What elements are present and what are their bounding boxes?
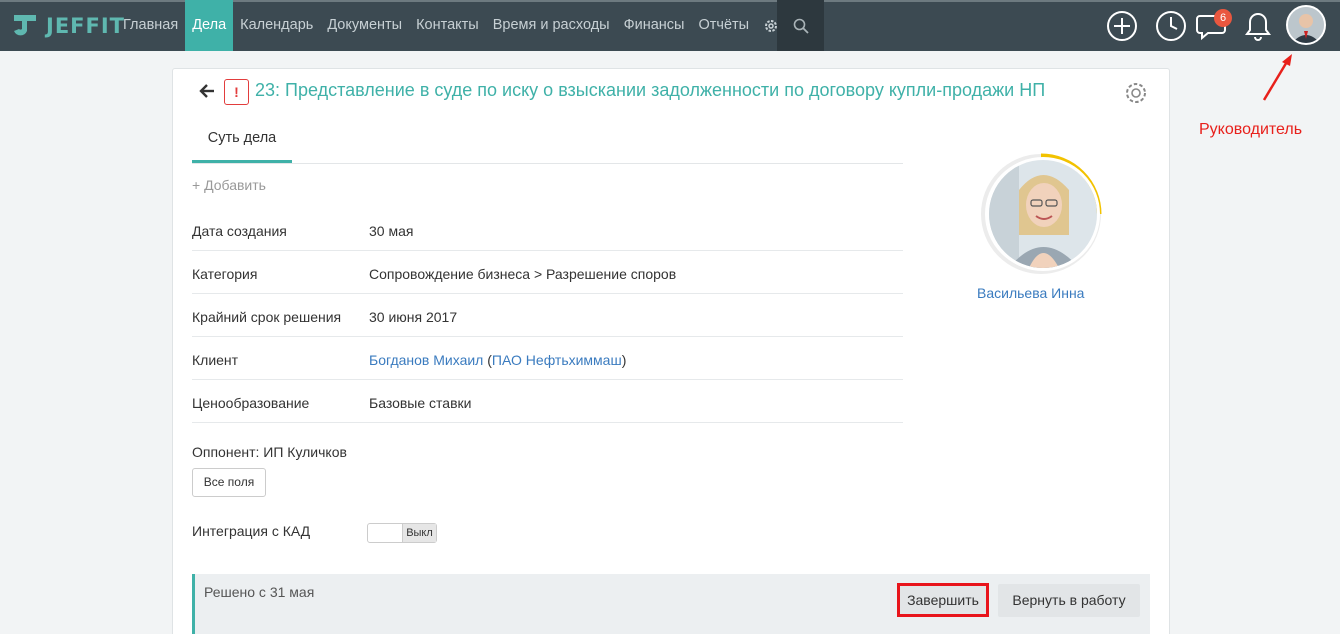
- page-title: 23: Представление в суде по иску о взыск…: [255, 80, 1046, 100]
- nav-item-time-expenses[interactable]: Время и расходы: [486, 0, 617, 51]
- search-button[interactable]: [777, 0, 824, 51]
- field-value: 30 июня 2017: [369, 309, 458, 325]
- field-label: Ценообразование: [192, 395, 310, 411]
- assignee-name-link[interactable]: Васильева Инна: [977, 285, 1084, 301]
- clock-icon[interactable]: [1154, 9, 1188, 43]
- field-label: Клиент: [192, 352, 239, 368]
- finish-button[interactable]: Завершить: [897, 583, 989, 617]
- field-label: Категория: [192, 266, 258, 282]
- back-arrow-icon[interactable]: [199, 83, 215, 104]
- nav-item-finance[interactable]: Финансы: [617, 0, 692, 51]
- add-circle-icon[interactable]: [1105, 9, 1139, 43]
- nav-item-home[interactable]: Главная: [116, 0, 185, 51]
- add-link[interactable]: + Добавить: [192, 177, 266, 193]
- field-row: Категория Сопровождение бизнеса > Разреш…: [192, 251, 903, 294]
- field-value: Базовые ставки: [369, 395, 472, 411]
- brand-name: JEFFIT: [46, 14, 125, 38]
- paren-open: (: [483, 352, 492, 368]
- field-label: Дата создания: [192, 223, 287, 239]
- settings-gear-icon[interactable]: [1123, 80, 1149, 106]
- nav-item-cases[interactable]: Дела: [185, 0, 234, 51]
- nav-item-calendar[interactable]: Календарь: [233, 0, 320, 51]
- logo[interactable]: JEFFIT: [10, 12, 125, 40]
- nav-item-documents[interactable]: Документы: [320, 0, 409, 51]
- search-icon: [793, 18, 809, 34]
- company-link[interactable]: ПАО Нефтьхиммаш: [492, 352, 622, 368]
- client-link[interactable]: Богданов Михаил: [369, 352, 483, 368]
- all-fields-button[interactable]: Все поля: [192, 468, 266, 497]
- field-row: Клиент Богданов Михаил (ПАО Нефтьхиммаш): [192, 337, 903, 380]
- paren-close: ): [621, 352, 627, 368]
- kad-toggle-label: Выкл: [402, 524, 436, 542]
- priority-icon: !: [224, 79, 249, 105]
- field-row: Дата создания 30 мая: [192, 208, 903, 251]
- assignee-avatar[interactable]: [986, 157, 1100, 271]
- bell-icon[interactable]: [1241, 9, 1275, 43]
- annotation-label: Руководитель: [1199, 121, 1303, 138]
- field-row: Ценообразование Базовые ставки: [192, 380, 903, 423]
- status-text: Решено с 31 мая: [204, 584, 315, 600]
- chat-badge: 6: [1214, 9, 1232, 27]
- main-nav: Главная Дела Календарь Документы Контакт…: [116, 0, 786, 51]
- user-avatar[interactable]: [1286, 5, 1326, 45]
- kad-toggle[interactable]: Выкл: [367, 523, 437, 543]
- annotation-arrow: [1262, 54, 1292, 101]
- category-link[interactable]: Сопровождение бизнеса > Разрешение споро…: [369, 266, 676, 282]
- tab-case-essence[interactable]: Суть дела: [192, 120, 292, 163]
- opponent-text: Оппонент: ИП Куличков: [192, 444, 347, 460]
- field-value: 30 мая: [369, 223, 414, 239]
- nav-item-contacts[interactable]: Контакты: [409, 0, 486, 51]
- return-to-work-button[interactable]: Вернуть в работу: [998, 584, 1140, 617]
- field-label: Крайний срок решения: [192, 309, 342, 325]
- logo-icon: [14, 15, 36, 36]
- kad-label: Интеграция с КАД: [192, 523, 311, 539]
- nav-item-reports[interactable]: Отчёты: [691, 0, 756, 51]
- tab-divider: [192, 163, 903, 164]
- client-value: Богданов Михаил (ПАО Нефтьхиммаш): [369, 352, 626, 368]
- field-row: Крайний срок решения 30 июня 2017: [192, 294, 903, 337]
